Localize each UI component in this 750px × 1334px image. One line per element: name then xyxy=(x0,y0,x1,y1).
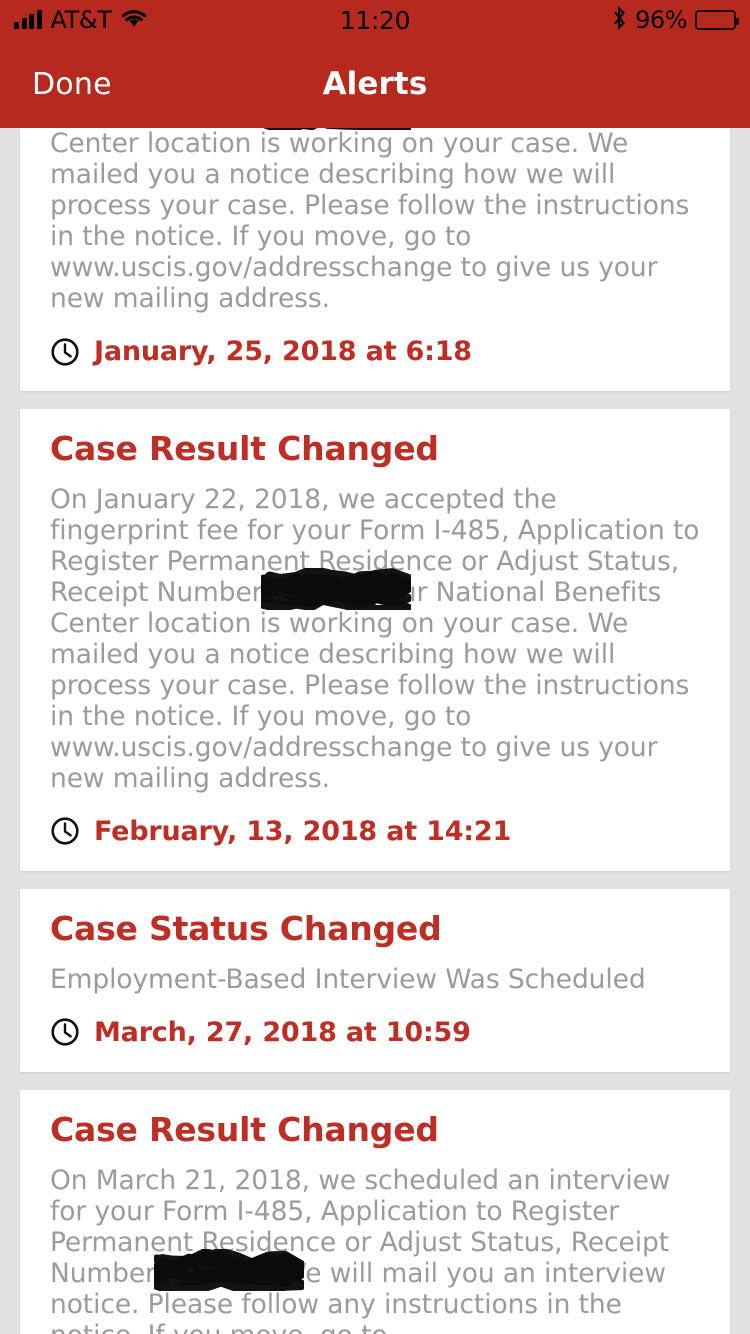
status-bar: AT&T 11:20 96% xyxy=(0,0,750,40)
alert-body: Permanent Residence or to Adjust Status,… xyxy=(50,128,690,314)
page-title: Alerts xyxy=(322,66,428,102)
alert-title: Case Result Changed xyxy=(50,1109,439,1149)
alert-timestamp-row: February, 13, 2018 at 14:21 xyxy=(50,816,700,847)
signal-bars-icon xyxy=(14,10,42,29)
status-bar-right: 96% xyxy=(612,5,739,34)
alert-timestamp: February, 13, 2018 at 14:21 xyxy=(94,815,512,847)
status-bar-left: AT&T xyxy=(14,6,147,34)
alert-timestamp-row: January, 25, 2018 at 6:18 xyxy=(50,336,700,367)
alert-body: On January 22, 2018, we accepted the fin… xyxy=(50,483,700,794)
wifi-icon xyxy=(121,9,147,32)
alert-card[interactable]: Case Result Changed On January 22, 2018, … xyxy=(20,409,730,871)
clock-icon xyxy=(51,817,79,846)
alert-timestamp-row: March, 27, 2018 at 10:59 xyxy=(50,1017,700,1048)
done-button[interactable]: Done xyxy=(32,67,112,102)
alert-timestamp: March, 27, 2018 at 10:59 xyxy=(94,1016,471,1048)
battery-percent-label: 96% xyxy=(635,6,687,34)
clock-icon xyxy=(51,337,79,366)
alert-title: Case Result Changed xyxy=(50,429,439,468)
navigation-bar: Done Alerts xyxy=(0,40,750,128)
clock-icon xyxy=(51,1018,79,1047)
bluetooth-icon xyxy=(612,5,627,34)
alert-card[interactable]: Permanent Residence or to Adjust Status,… xyxy=(20,128,730,391)
alert-card[interactable]: Case Result Changed On March 21, 2018, we… xyxy=(20,1089,730,1334)
alert-body: Employment-Based Interview Was Scheduled xyxy=(50,963,646,995)
alert-body: On March 21, 2018, we scheduled an inter… xyxy=(50,1164,671,1334)
alert-title: Case Status Changed xyxy=(50,908,442,948)
alert-timestamp: January, 25, 2018 at 6:18 xyxy=(94,336,472,367)
carrier-label: AT&T xyxy=(50,6,112,34)
battery-icon xyxy=(695,10,739,30)
alerts-list[interactable]: Permanent Residence or to Adjust Status,… xyxy=(0,128,750,1334)
alert-card[interactable]: Case Status Changed Employment-Based Inte… xyxy=(20,888,730,1072)
